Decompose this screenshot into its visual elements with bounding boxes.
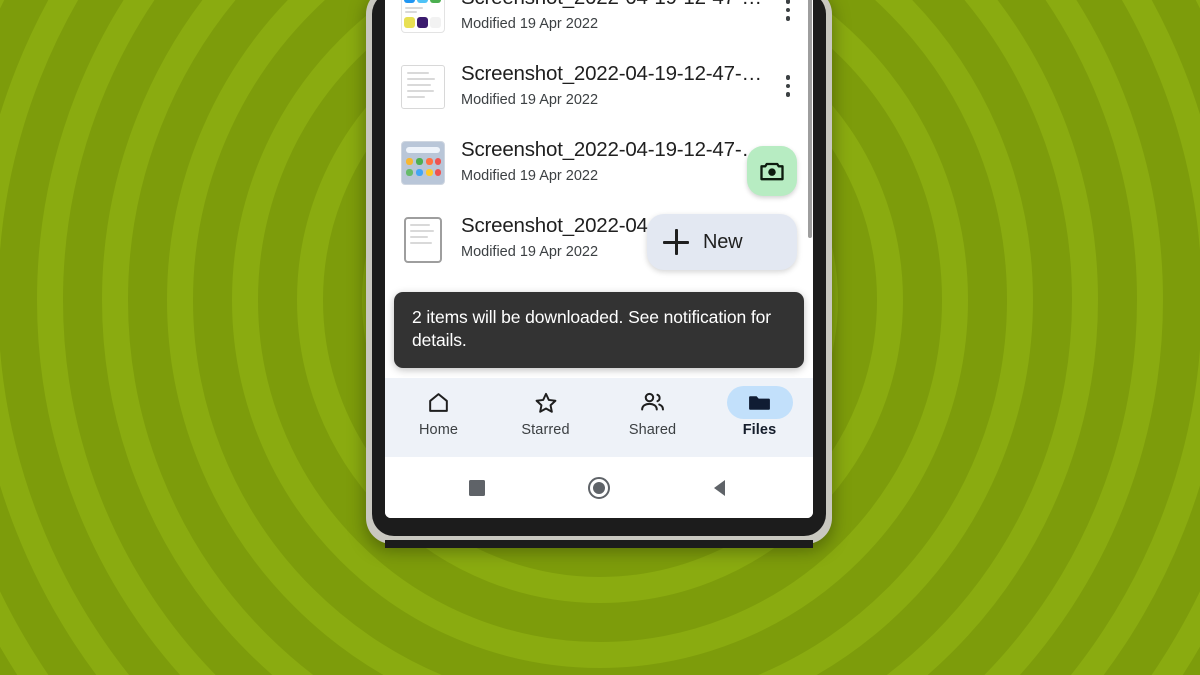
new-fab-label: New <box>703 230 743 253</box>
folder-icon <box>749 396 770 410</box>
nav-item-files[interactable]: Files <box>706 386 813 438</box>
table-row[interactable]: Screenshot_2022-04-19-12-47-44-2… Modifi… <box>385 48 813 124</box>
file-thumbnail <box>401 215 443 263</box>
file-thumbnail <box>401 63 445 109</box>
new-fab-button[interactable]: New <box>647 214 797 270</box>
phone-screen: Modified 19 Apr 2022 Screenshot_2022-04-… <box>385 0 813 518</box>
file-name: Screenshot_2022-04-19-12-47-50-4… <box>461 138 771 161</box>
vertical-scrollbar[interactable] <box>808 0 812 238</box>
file-thumbnail <box>401 139 445 185</box>
overflow-menu-icon[interactable] <box>775 0 801 30</box>
home-circle-icon[interactable] <box>582 471 616 505</box>
overflow-menu-icon[interactable] <box>775 66 801 106</box>
home-icon <box>429 393 448 412</box>
star-icon <box>535 392 556 413</box>
nav-item-starred[interactable]: Starred <box>492 386 599 438</box>
people-icon <box>641 392 664 411</box>
file-modified-date: Modified 19 Apr 2022 <box>461 16 599 32</box>
back-triangle-icon[interactable] <box>704 471 738 505</box>
file-thumbnail <box>401 0 445 33</box>
nav-label-shared: Shared <box>628 422 677 438</box>
phone-device-frame: Modified 19 Apr 2022 Screenshot_2022-04-… <box>366 0 832 548</box>
camera-icon <box>760 162 784 181</box>
nav-pill-home <box>406 386 472 419</box>
table-row[interactable]: Screenshot_2022-04-19-12-47-38-0… Modifi… <box>385 0 813 48</box>
nav-label-home: Home <box>418 422 459 438</box>
nav-pill-shared <box>620 386 686 419</box>
file-modified-date: Modified 19 Apr 2022 <box>461 168 599 184</box>
nav-item-home[interactable]: Home <box>385 386 492 438</box>
phone-bottom-lip <box>385 540 813 548</box>
camera-fab-button[interactable] <box>747 146 797 196</box>
system-navigation-bar[interactable] <box>385 457 813 518</box>
bottom-navigation-bar[interactable]: Home Starred Shared Files <box>385 378 813 457</box>
nav-label-files: Files <box>742 422 777 438</box>
nav-pill-starred <box>513 386 579 419</box>
file-name: Screenshot_2022-04-19-12-47-38-0… <box>461 0 771 11</box>
nav-label-starred: Starred <box>521 422 570 438</box>
recents-square-icon[interactable] <box>460 471 494 505</box>
file-modified-date: Modified 19 Apr 2022 <box>461 92 599 108</box>
file-name: Screenshot_2022-04-19-12-47-44-2… <box>461 62 771 85</box>
toast-message: 2 items will be downloaded. See notifica… <box>412 307 772 350</box>
nav-pill-files <box>726 386 793 419</box>
nav-item-shared[interactable]: Shared <box>599 386 706 438</box>
plus-icon <box>663 229 689 255</box>
toast-notification: 2 items will be downloaded. See notifica… <box>394 292 804 368</box>
